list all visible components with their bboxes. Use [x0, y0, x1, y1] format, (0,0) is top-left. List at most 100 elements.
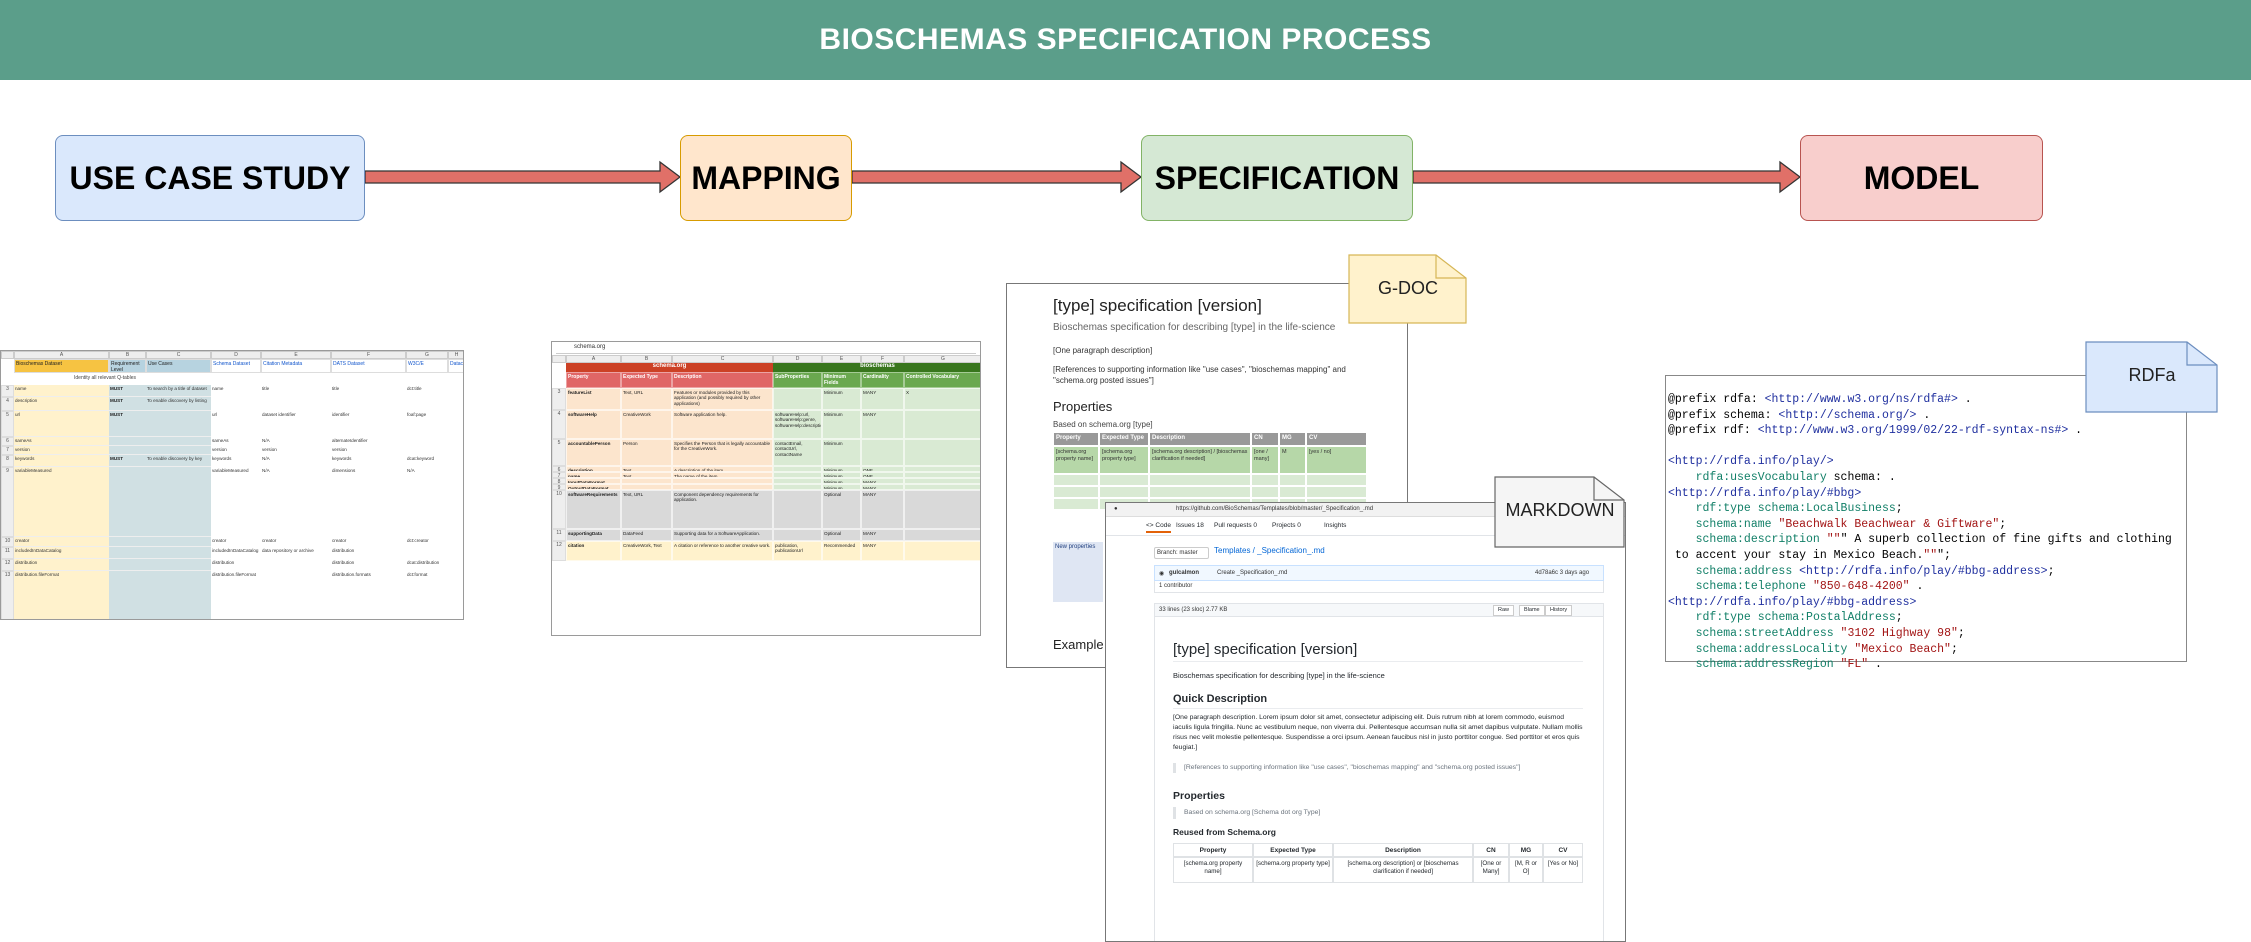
sheet-header-cell: Schema Dataset: [211, 359, 261, 373]
row-number: 5: [1, 411, 14, 437]
gdoc-table-header: CN: [1251, 432, 1279, 446]
sheet-header-cell: Bioschemas Dataset: [14, 359, 109, 373]
code-line: <http://rdfa.info/play/#bbg-address>: [1668, 595, 1917, 609]
sheet-header-cell: Use Cases: [146, 359, 211, 373]
browser-url[interactable]: https://github.com/BioSchemas/Templates/…: [1176, 506, 1373, 512]
sheet-header-cell: Citation Metadata: [261, 359, 331, 373]
md-table-header: Property: [1173, 843, 1253, 857]
file-button[interactable]: Blame: [1519, 605, 1545, 616]
commit-author[interactable]: gulcalmon: [1169, 570, 1199, 576]
sheet-cell: creator: [262, 538, 277, 543]
sheet-cell: To enable discovery by listing: [147, 398, 207, 403]
gdoc-table-cell: [schema.org property type]: [1099, 446, 1149, 474]
repo-tab[interactable]: Pull requests 0: [1214, 522, 1257, 529]
file-button[interactable]: Raw: [1493, 605, 1515, 616]
gdoc-table-cell: [one / many]: [1251, 446, 1279, 474]
gdoc-properties-heading: Properties: [1053, 399, 1113, 414]
breadcrumb[interactable]: Templates / _Specification_.md: [1214, 546, 1325, 555]
md-subtitle: Bioschemas specification for describing …: [1173, 671, 1385, 680]
sheet-cell: keywords: [15, 456, 35, 461]
row-number: 13: [1, 571, 14, 619]
sheet-cell: publication, publicationUrl: [773, 541, 822, 561]
gdoc-table-cell-empty: [1306, 486, 1367, 498]
sheet-header-cell: Requirement Level: [109, 359, 146, 373]
sheet-cell: accountablePerson: [566, 439, 621, 466]
repo-tab[interactable]: Issues 18: [1176, 522, 1204, 529]
sheet-cell: dcat:distribution: [407, 560, 440, 565]
column-header: [552, 355, 566, 363]
code-line: rdfa:usesVocabulary schema: .: [1695, 470, 1896, 484]
flow-arrow-2: [851, 160, 1143, 194]
sheet-cell: url: [15, 412, 21, 417]
md-table-header: Expected Type: [1253, 843, 1333, 857]
branch-selector[interactable]: Branch: master: [1154, 547, 1209, 559]
column-header: C: [146, 351, 211, 359]
column-header: E: [261, 351, 331, 359]
sheet-cell: distribution: [15, 560, 38, 565]
sheet-cell: distribution.fileFormat: [212, 572, 256, 577]
sheet-cell: Optional: [822, 529, 861, 541]
sheet-search-text: schema.org: [574, 344, 606, 350]
stage-mapping: MAPPING: [680, 135, 852, 221]
sheet-cell: Text, URL: [621, 388, 672, 410]
sheet-cell: contactEmail, contactUrl, contactName: [773, 439, 822, 466]
sheet-cell: [147, 438, 210, 445]
commit-message[interactable]: Create _Specification_.md: [1217, 570, 1287, 576]
column-header: D: [211, 351, 261, 359]
sheet-cell: includedInDataCatalog: [212, 548, 259, 553]
sheet-cell: featureList: [566, 388, 621, 410]
sheet-cell: N/A: [407, 468, 415, 473]
md-table-cell: [M, R or O]: [1509, 857, 1543, 883]
sheet-cell: [773, 490, 822, 529]
sheet-cell: description: [15, 398, 38, 403]
sheet-cell: Minimum: [822, 388, 861, 410]
sheet-header-cell: W3C/E: [406, 359, 448, 373]
column-header: B: [109, 351, 146, 359]
stage-use-case-study: USE CASE STUDY: [55, 135, 365, 221]
code-line: <http://rdfa.info/play/#bbg>: [1668, 486, 1862, 500]
file-button[interactable]: History: [1545, 605, 1573, 616]
row-number: 5: [552, 439, 566, 466]
sheet-cell: Identity all relevant Q-tables: [74, 375, 136, 381]
row-number: 6: [1, 437, 14, 446]
repo-tab[interactable]: Insights: [1324, 522, 1346, 529]
stage-model: MODEL: [1800, 135, 2043, 221]
sheet-cell: N/A: [262, 438, 270, 443]
sheet-cell: dimensions: [332, 468, 356, 473]
gdoc-table-cell-empty: [1279, 474, 1306, 486]
sheet-cell: [110, 538, 145, 546]
repo-tab[interactable]: <> Code: [1146, 522, 1171, 533]
gdoc-new-properties: New properties: [1055, 544, 1096, 550]
column-header: B: [621, 355, 672, 363]
md-description: [One paragraph description. Lorem ipsum …: [1173, 714, 1583, 751]
use-case-spreadsheet: A B C D E F G H Bioschemas Dataset Requirement Le…: [0, 350, 464, 620]
row-number: 10: [552, 490, 566, 529]
gdoc-table-cell-empty: [1149, 486, 1251, 498]
stage-label: MODEL: [1863, 159, 1980, 196]
row-number: 4: [552, 410, 566, 439]
md-table-cell: [schema.org property type]: [1253, 857, 1333, 883]
row-number: 3: [1, 385, 14, 397]
md-table-header: Description: [1333, 843, 1473, 857]
sheet-cell: includedInDataCatalog: [15, 548, 62, 553]
sheet-cell: Software application help.: [672, 410, 773, 439]
row-number: 10: [1, 537, 14, 547]
repo-tab[interactable]: Projects 0: [1272, 522, 1301, 529]
sheet-header-cell: Datac: [448, 359, 463, 373]
sheet-cell: Recommended: [822, 541, 861, 561]
sheet-cell: data repository or archive: [262, 548, 314, 553]
sheet-cell: [147, 560, 210, 570]
sheet-cell: sameAs: [212, 438, 229, 443]
row-number: 8: [1, 455, 14, 467]
row-number: 11: [1, 547, 14, 559]
md-table-cell: [schema.org property name]: [1173, 857, 1253, 883]
md-table-cell: [Yes or No]: [1543, 857, 1583, 883]
sheet-cell: dct:format: [407, 572, 428, 577]
sheet-cell: A citation or reference to another creat…: [672, 541, 773, 561]
sheet-cell: name: [15, 386, 27, 391]
md-table-header: MG: [1509, 843, 1543, 857]
sheet-cell: citation: [566, 541, 621, 561]
gdoc-table-cell: [yes / no]: [1306, 446, 1367, 474]
column-header: [1, 351, 14, 359]
sheet-cell: Minimum: [822, 410, 861, 439]
